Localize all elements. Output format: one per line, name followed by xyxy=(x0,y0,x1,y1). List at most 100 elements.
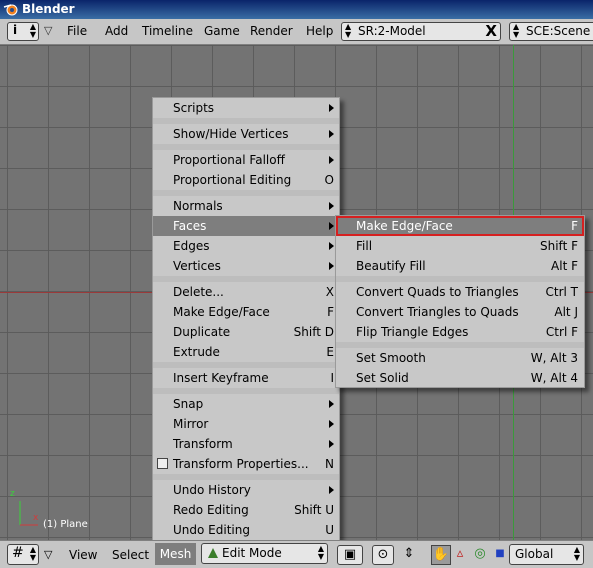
menu-help[interactable]: Help xyxy=(306,24,333,38)
menu-item-label: Delete... xyxy=(173,285,224,299)
up-down-icon: ▲ ▼ xyxy=(317,544,324,561)
grid-icon: # xyxy=(12,545,24,561)
menu-item-edges[interactable]: Edges xyxy=(153,236,339,256)
shortcut-key: Shift U xyxy=(294,503,334,517)
menu-item-mirror[interactable]: Mirror xyxy=(153,414,339,434)
menu-item-label: Flip Triangle Edges xyxy=(356,325,469,339)
translate-icon[interactable]: ▵ xyxy=(451,545,469,563)
menu-item-label: Redo Editing xyxy=(173,503,249,517)
close-screen-icon[interactable]: X xyxy=(485,23,497,40)
menu-item-label: Show/Hide Vertices xyxy=(173,127,289,141)
submenu-arrow-icon xyxy=(329,486,334,494)
menu-item-redo-editing[interactable]: Redo Editing Shift U xyxy=(153,500,339,520)
menu-item-label: Normals xyxy=(173,199,223,213)
menu-item-transform-properties[interactable]: Transform Properties... N xyxy=(153,454,339,474)
menu-item-faces[interactable]: Faces xyxy=(153,216,339,236)
draw-type-icon[interactable]: ▣ xyxy=(337,545,363,565)
manipulator-icon[interactable]: ⇕ xyxy=(398,545,420,563)
menu-item-undo-editing[interactable]: Undo Editing U xyxy=(153,520,339,540)
submenu-item-beautify-fill[interactable]: Beautify Fill Alt F xyxy=(336,256,584,276)
menu-item-proportional-falloff[interactable]: Proportional Falloff xyxy=(153,150,339,170)
screen-selector[interactable]: ▲ ▼ SR:2-Model X xyxy=(341,22,501,41)
up-down-icon: ▲ ▼ xyxy=(29,545,36,562)
submenu-item-flip-triangle-edges[interactable]: Flip Triangle Edges Ctrl F xyxy=(336,322,584,342)
shortcut-key: I xyxy=(330,371,334,385)
menu-add[interactable]: Add xyxy=(105,24,128,38)
menu-item-label: Proportional Falloff xyxy=(173,153,285,167)
submenu-item-fill[interactable]: Fill Shift F xyxy=(336,236,584,256)
rotate-icon[interactable]: ◎ xyxy=(471,545,489,563)
checkbox-icon xyxy=(157,458,168,469)
menu-render[interactable]: Render xyxy=(250,24,293,38)
menu-item-label: Duplicate xyxy=(173,325,231,339)
shortcut-key: N xyxy=(325,457,334,471)
menu-item-label: Undo History xyxy=(173,483,251,497)
menu-item-label: Extrude xyxy=(173,345,220,359)
mesh-menu: Scripts Show/Hide Vertices Proportional … xyxy=(152,97,340,542)
submenu-item-make-edge-face[interactable]: Make Edge/Face F xyxy=(336,216,584,236)
window-type-button[interactable]: i ▲ ▼ xyxy=(7,22,39,41)
submenu-arrow-icon xyxy=(329,104,334,112)
shortcut-key: F xyxy=(571,219,578,233)
shortcut-key: E xyxy=(326,345,334,359)
axes-gizmo-icon xyxy=(19,501,38,526)
up-down-icon: ▲ ▼ xyxy=(573,545,580,562)
menu-item-snap[interactable]: Snap xyxy=(153,394,339,414)
menu-item-label: Faces xyxy=(173,219,207,233)
menu-game[interactable]: Game xyxy=(204,24,240,38)
menu-select[interactable]: Select xyxy=(112,548,149,562)
collapse-menu-icon[interactable]: ▽ xyxy=(44,24,52,37)
window-type-button[interactable]: # ▲ ▼ xyxy=(7,544,39,565)
edit-mode-icon xyxy=(208,548,218,558)
scale-icon[interactable]: ■ xyxy=(491,545,509,563)
menu-mesh[interactable]: Mesh xyxy=(155,543,196,565)
shortcut-key: Ctrl T xyxy=(545,285,579,299)
shortcut-key: U xyxy=(325,523,334,537)
menu-timeline[interactable]: Timeline xyxy=(142,24,193,38)
menu-view[interactable]: View xyxy=(69,548,97,562)
menu-file[interactable]: File xyxy=(67,24,87,38)
submenu-item-triangles-to-quads[interactable]: Convert Triangles to Quads Alt J xyxy=(336,302,584,322)
submenu-arrow-icon xyxy=(329,222,334,230)
pivot-icon[interactable]: ⊙ xyxy=(372,545,394,565)
menu-item-proportional-editing[interactable]: Proportional Editing O xyxy=(153,170,339,190)
submenu-arrow-icon xyxy=(329,420,334,428)
menu-item-label: Beautify Fill xyxy=(356,259,426,273)
axis-z-label: z xyxy=(10,489,15,499)
submenu-arrow-icon xyxy=(329,130,334,138)
menu-item-label: Fill xyxy=(356,239,373,253)
submenu-arrow-icon xyxy=(329,242,334,250)
shortcut-key: Alt F xyxy=(551,259,578,273)
submenu-arrow-icon xyxy=(329,156,334,164)
shortcut-key: Ctrl F xyxy=(545,325,578,339)
mode-selector[interactable]: Edit Mode ▲ ▼ xyxy=(201,543,328,564)
shortcut-key: Shift F xyxy=(540,239,578,253)
hand-icon[interactable]: ✋ xyxy=(431,545,451,565)
menu-item-insert-keyframe[interactable]: Insert Keyframe I xyxy=(153,368,339,388)
submenu-item-set-smooth[interactable]: Set Smooth W, Alt 3 xyxy=(336,348,584,368)
orientation-selector[interactable]: Global ▲ ▼ xyxy=(509,544,584,565)
axis-x-label: x xyxy=(33,513,39,523)
menu-item-scripts[interactable]: Scripts xyxy=(153,98,339,118)
menu-item-label: Transform xyxy=(173,437,233,451)
menu-item-label: Snap xyxy=(173,397,204,411)
menu-item-label: Set Solid xyxy=(356,371,409,385)
menu-item-delete[interactable]: Delete... X xyxy=(153,282,339,302)
menu-item-show-hide-vertices[interactable]: Show/Hide Vertices xyxy=(153,124,339,144)
menu-item-duplicate[interactable]: Duplicate Shift D xyxy=(153,322,339,342)
menu-item-label: Undo Editing xyxy=(173,523,250,537)
menu-item-extrude[interactable]: Extrude E xyxy=(153,342,339,362)
menu-item-undo-history[interactable]: Undo History xyxy=(153,480,339,500)
menu-item-normals[interactable]: Normals xyxy=(153,196,339,216)
mode-label: Edit Mode xyxy=(222,546,282,560)
collapse-menu-icon[interactable]: ▽ xyxy=(44,548,52,561)
up-down-icon: ▲ ▼ xyxy=(513,22,520,39)
submenu-item-quads-to-triangles[interactable]: Convert Quads to Triangles Ctrl T xyxy=(336,282,584,302)
menu-item-vertices[interactable]: Vertices xyxy=(153,256,339,276)
menu-item-transform[interactable]: Transform xyxy=(153,434,339,454)
scene-selector[interactable]: ▲ ▼ SCE:Scene xyxy=(509,22,593,41)
window-title: Blender xyxy=(22,2,75,16)
submenu-item-set-solid[interactable]: Set Solid W, Alt 4 xyxy=(336,368,584,388)
menu-item-make-edge-face[interactable]: Make Edge/Face F xyxy=(153,302,339,322)
submenu-arrow-icon xyxy=(329,262,334,270)
